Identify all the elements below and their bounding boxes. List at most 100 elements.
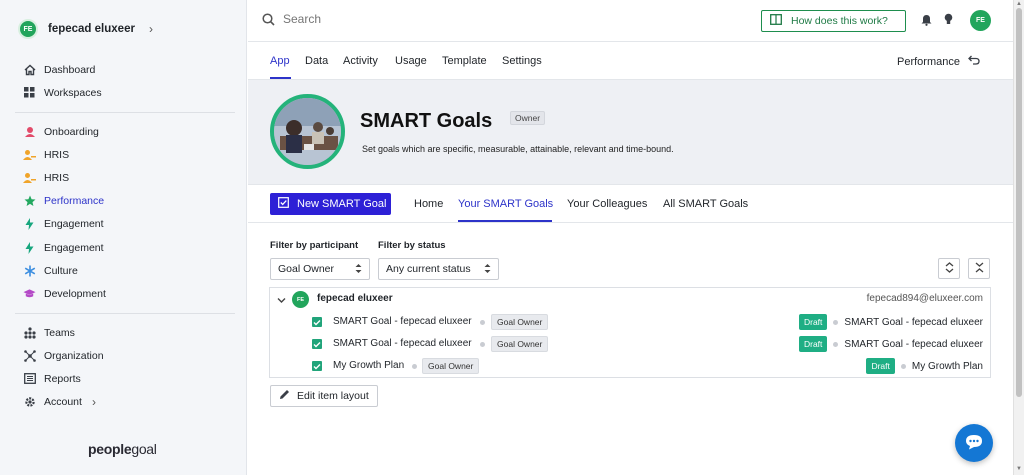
page-title: SMART Goals <box>360 110 493 132</box>
collapse-icon <box>975 262 984 276</box>
sidebar-item-label: Organization <box>44 349 104 362</box>
sidebar-item-organization[interactable]: Organization <box>0 344 247 367</box>
sidebar-item-label: Dashboard <box>44 63 96 76</box>
tab-your-colleagues[interactable]: Your Colleagues <box>567 198 647 210</box>
participant-group-header[interactable]: FE fepecad eluxeer fepecad894@eluxeer.co… <box>270 288 990 310</box>
sidebar-item-engagement[interactable]: Engagement <box>0 213 247 236</box>
new-smart-goal-button[interactable]: New SMART Goal <box>270 193 391 215</box>
sidebar-item-development[interactable]: Development <box>0 282 247 305</box>
reports-icon <box>23 372 36 385</box>
organization-icon <box>23 349 36 362</box>
status-badge: Draft <box>798 336 828 352</box>
participant-select[interactable]: Goal Owner <box>270 258 370 280</box>
sidebar-item-label: Engagement <box>44 218 104 231</box>
status-badge: Draft <box>866 358 895 374</box>
sidebar-item-hris-2[interactable]: HRIS <box>0 166 247 189</box>
goals-list: FE fepecad eluxeer fepecad894@eluxeer.co… <box>269 287 991 378</box>
active-tab-indicator <box>458 220 552 222</box>
sort-arrows-icon <box>484 263 491 277</box>
tab-template[interactable]: Template <box>442 55 487 67</box>
book-icon <box>770 14 782 28</box>
star-icon <box>23 195 36 208</box>
chevron-right-icon: › <box>148 22 153 36</box>
tab-usage[interactable]: Usage <box>395 55 427 67</box>
list-item[interactable]: SMART Goal - fepecad eluxeer Goal Owner … <box>270 333 990 355</box>
search-input[interactable] <box>283 12 583 26</box>
expand-all-button[interactable] <box>938 258 960 279</box>
sidebar-item-label: Workspaces <box>44 86 102 99</box>
perf-link-label: Performance <box>897 55 960 68</box>
how-button-label: How does this work? <box>791 15 888 27</box>
checkbox-icon <box>278 197 289 211</box>
sidebar-item-label: Onboarding <box>44 125 99 138</box>
tab-home[interactable]: Home <box>414 198 443 210</box>
sidebar-item-performance[interactable]: Performance <box>0 190 247 213</box>
tab-data[interactable]: Data <box>305 55 328 67</box>
asterisk-icon <box>23 264 36 277</box>
collapse-all-button[interactable] <box>968 258 990 279</box>
list-item[interactable]: My Growth Plan Goal Owner Draft My Growt… <box>270 355 990 377</box>
tab-all-smart-goals[interactable]: All SMART Goals <box>663 198 748 210</box>
scrollbar-thumb[interactable] <box>1016 8 1022 397</box>
sidebar-item-culture[interactable]: Culture <box>0 259 247 282</box>
scroll-up-icon[interactable]: ▲ <box>1016 1 1022 7</box>
tab-activity[interactable]: Activity <box>343 55 378 67</box>
participant-email: fepecad894@eluxeer.com <box>866 293 983 304</box>
top-bar: How does this work? FE <box>248 0 1013 42</box>
separator-dot <box>833 319 839 325</box>
sidebar-item-teams[interactable]: Teams <box>0 321 247 344</box>
avatar: FE <box>18 19 38 39</box>
item-right-title: SMART Goal - fepecad eluxeer <box>844 316 983 328</box>
chat-button[interactable] <box>955 424 993 462</box>
sort-arrows-icon <box>355 263 362 277</box>
check-icon <box>312 339 322 349</box>
lightbulb-icon[interactable] <box>944 13 953 29</box>
chevron-down-icon[interactable] <box>277 295 286 307</box>
grid-icon <box>23 86 36 99</box>
sidebar-item-engagement-2[interactable]: Engagement <box>0 236 247 259</box>
separator-dot <box>833 341 839 347</box>
status-select[interactable]: Any current status <box>378 258 499 280</box>
peoplegoal-logo: peoplegoal <box>88 441 157 457</box>
item-status-group: Draft SMART Goal - fepecad eluxeer <box>798 336 983 352</box>
sidebar-item-account[interactable]: Account › <box>0 391 247 414</box>
sidebar-item-reports[interactable]: Reports <box>0 367 247 390</box>
nav-admin: Teams Organization Reports Account › <box>0 321 247 414</box>
user-menu[interactable]: FE fepecad eluxeer › <box>18 18 153 40</box>
nav-modules: Onboarding HRIS HRIS Performance Engagem… <box>0 120 247 306</box>
sidebar: FE fepecad eluxeer › Dashboard Workspace… <box>0 0 247 475</box>
sidebar-item-label: Reports <box>44 372 81 385</box>
separator-dot <box>480 342 485 347</box>
separator-dot <box>900 363 906 369</box>
filter-participant-label: Filter by participant <box>270 240 359 251</box>
item-right-title: SMART Goal - fepecad eluxeer <box>844 338 983 350</box>
sidebar-item-workspaces[interactable]: Workspaces <box>0 81 247 104</box>
app-cover-image <box>270 94 345 169</box>
new-button-label: New SMART Goal <box>297 198 387 210</box>
logo-part-goal: goal <box>131 441 157 457</box>
edit-item-layout-button[interactable]: Edit item layout <box>270 385 378 407</box>
undo-icon <box>968 55 980 68</box>
pencil-icon <box>279 389 290 403</box>
role-tag: Goal Owner <box>491 336 549 352</box>
avatar[interactable]: FE <box>970 10 991 31</box>
bell-icon[interactable] <box>921 14 932 29</box>
active-tab-indicator <box>270 77 291 79</box>
page-scrollbar[interactable]: ▲ ▼ <box>1013 0 1024 475</box>
gear-icon <box>23 396 36 409</box>
edit-layout-label: Edit item layout <box>297 390 369 402</box>
sidebar-item-dashboard[interactable]: Dashboard <box>0 58 247 81</box>
scroll-down-icon[interactable]: ▼ <box>1016 466 1022 472</box>
how-does-this-work-button[interactable]: How does this work? <box>761 10 906 32</box>
sidebar-item-onboarding[interactable]: Onboarding <box>0 120 247 143</box>
tab-your-smart-goals[interactable]: Your SMART Goals <box>458 198 553 210</box>
back-to-performance-link[interactable]: Performance <box>897 55 980 68</box>
sidebar-item-hris[interactable]: HRIS <box>0 143 247 166</box>
sidebar-item-label: Development <box>44 287 106 300</box>
tab-app[interactable]: App <box>270 55 290 67</box>
status-badge: Draft <box>798 314 828 330</box>
chevron-right-icon: › <box>91 395 96 410</box>
avatar: FE <box>292 291 309 308</box>
tab-settings[interactable]: Settings <box>502 55 542 67</box>
list-item[interactable]: SMART Goal - fepecad eluxeer Goal Owner … <box>270 311 990 333</box>
